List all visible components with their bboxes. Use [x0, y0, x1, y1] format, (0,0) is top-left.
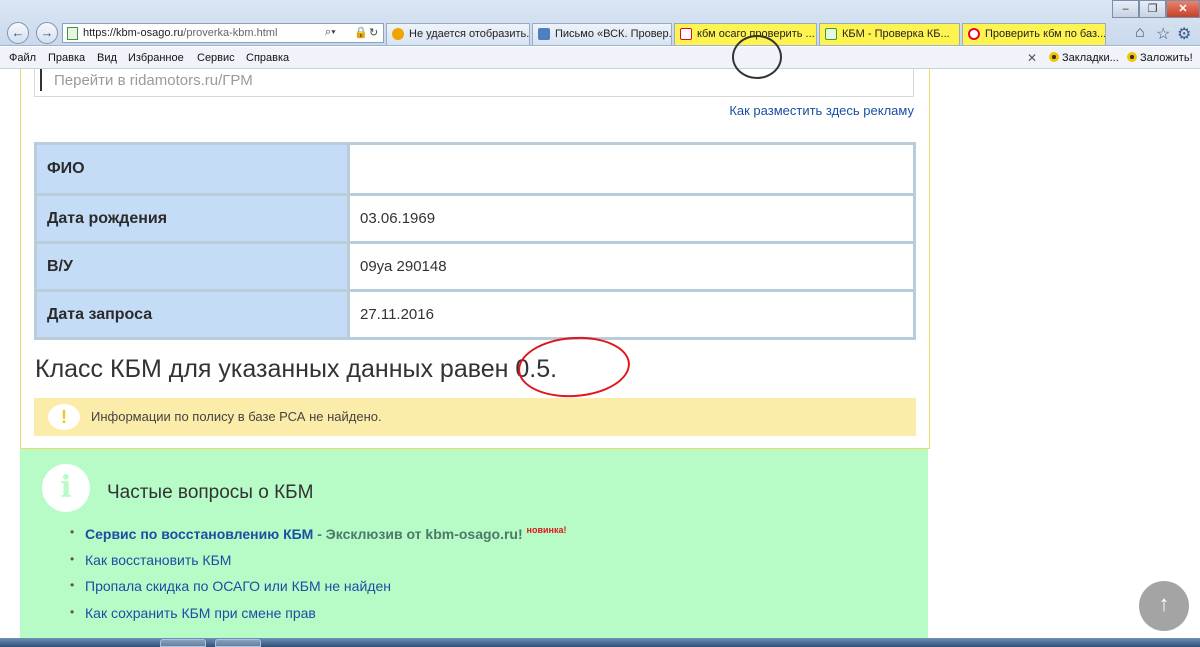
row-value-fio — [350, 145, 913, 193]
warning-alert: ! Информации по полису в базе РСА не най… — [34, 398, 916, 436]
tab-label: Проверить кбм по баз... — [985, 28, 1106, 40]
row-label-birthdate: Дата рождения — [37, 196, 347, 241]
mail-tab-icon — [538, 28, 550, 40]
row-label-license: В/У — [37, 244, 347, 289]
search-icon[interactable]: ⌕▾ — [325, 26, 336, 39]
tab-label: Не удается отобразить... — [409, 28, 530, 40]
faq-item-exclusive: Эксклюзив от kbm-osago.ru! — [325, 526, 523, 542]
info-icon: i — [42, 464, 90, 512]
bookmark-it-button[interactable]: Заложить! — [1127, 52, 1193, 64]
tab-2[interactable]: Письмо «ВСК. Провер... — [532, 23, 672, 45]
menu-favorites[interactable]: Избранное — [128, 52, 184, 64]
arrow-up-icon: ↑ — [1158, 591, 1170, 616]
faq-item-restore-service[interactable]: Сервис по восстановлению КБМ - Эксклюзив… — [70, 525, 566, 552]
kbm-result-text: Класс КБМ для указанных данных равен 0.5… — [35, 355, 558, 383]
faq-item-link[interactable]: Как восстановить КБМ — [70, 552, 566, 579]
close-icon[interactable]: ✕ — [1027, 51, 1037, 65]
result-card: Перейти в ridamotors.ru/ГРМ Как размести… — [20, 35, 930, 449]
ad-input-caret — [40, 69, 42, 91]
new-badge: новинка! — [526, 525, 567, 535]
menu-tools[interactable]: Сервис — [197, 52, 235, 64]
warning-tab-icon — [392, 28, 404, 40]
red-annotation-circle — [516, 333, 632, 401]
home-icon[interactable]: ⌂ — [1135, 24, 1145, 42]
bee-icon — [1127, 52, 1137, 62]
taskbar-button[interactable] — [160, 639, 206, 647]
back-button[interactable]: ← — [7, 22, 29, 44]
bee-icon — [1049, 52, 1059, 62]
lock-icon[interactable]: 🔒 — [354, 26, 368, 39]
faq-item-strong[interactable]: Сервис по восстановлению КБМ — [85, 526, 313, 542]
faq-section: i Частые вопросы о КБМ Сервис по восстан… — [20, 449, 928, 647]
faq-title: Частые вопросы о КБМ — [107, 482, 314, 503]
tab-1[interactable]: Не удается отобразить... — [386, 23, 530, 45]
gear-icon[interactable]: ⚙ — [1177, 24, 1191, 44]
driver-info-table: ФИО Дата рождения 03.06.1969 В/У 09уа 29… — [34, 142, 916, 340]
row-label-fio: ФИО — [37, 145, 347, 193]
browser-titlebar: – ❐ ✕ ← → https://kbm-osago.ru/proverka-… — [0, 0, 1200, 46]
table-row: Дата запроса 27.11.2016 — [37, 289, 913, 337]
yandex-tab-icon — [680, 28, 692, 40]
place-ad-link[interactable]: Как разместить здесь рекламу — [729, 103, 914, 118]
tab-4-active[interactable]: КБМ - Проверка КБ... — [819, 23, 960, 45]
favorites-star-icon[interactable]: ☆ — [1156, 24, 1170, 44]
url-path: /proverka-kbm.html — [183, 27, 278, 39]
os-taskbar — [0, 638, 1200, 647]
faq-item-link[interactable]: Как сохранить КБМ при смене прав — [70, 605, 566, 632]
page-tab-icon — [825, 28, 837, 40]
bookmark-it-label: Заложить! — [1140, 52, 1193, 64]
menu-bar: Файл Правка Вид Избранное Сервис Справка… — [0, 47, 1200, 69]
menu-view[interactable]: Вид — [97, 52, 117, 64]
maximize-button[interactable]: ❐ — [1139, 0, 1166, 18]
row-value-request-date: 27.11.2016 — [350, 292, 913, 337]
url-host: https://kbm-osago.ru — [83, 27, 184, 39]
forward-button[interactable]: → — [36, 22, 58, 44]
ad-block: Перейти в ridamotors.ru/ГРМ — [34, 35, 914, 97]
faq-list: Сервис по восстановлению КБМ - Эксклюзив… — [70, 525, 566, 631]
scroll-to-top-button[interactable]: ↑ — [1139, 581, 1189, 631]
refresh-icon[interactable]: ↻ — [369, 26, 378, 39]
address-bar[interactable]: https://kbm-osago.ru/proverka-kbm.html ⌕… — [62, 23, 384, 43]
bookmarks-button[interactable]: Закладки... — [1049, 52, 1119, 64]
close-window-button[interactable]: ✕ — [1166, 0, 1200, 18]
faq-item-sep: - — [313, 526, 326, 542]
wheel-tab-icon — [968, 28, 980, 40]
page-content: Перейти в ridamotors.ru/ГРМ Как размести… — [0, 35, 1200, 647]
ad-input[interactable]: Перейти в ridamotors.ru/ГРМ — [54, 72, 253, 89]
exclamation-icon: ! — [48, 404, 80, 430]
warning-text: Информации по полису в базе РСА не найде… — [91, 409, 382, 424]
bookmarks-label: Закладки... — [1062, 52, 1119, 64]
tab-label: Письмо «ВСК. Провер... — [555, 28, 672, 40]
taskbar-button[interactable] — [215, 639, 261, 647]
menu-file[interactable]: Файл — [9, 52, 36, 64]
table-row: Дата рождения 03.06.1969 — [37, 193, 913, 241]
menu-help[interactable]: Справка — [246, 52, 289, 64]
row-label-request-date: Дата запроса — [37, 292, 347, 337]
row-value-license: 09уа 290148 — [350, 244, 913, 289]
ad-circle-graphic — [732, 35, 782, 79]
address-text: https://kbm-osago.ru/proverka-kbm.html — [83, 27, 277, 39]
menu-edit[interactable]: Правка — [48, 52, 85, 64]
site-page-icon — [67, 27, 78, 40]
table-row: В/У 09уа 290148 — [37, 241, 913, 289]
table-row: ФИО — [37, 145, 913, 193]
faq-item-link[interactable]: Пропала скидка по ОСАГО или КБМ не найде… — [70, 578, 566, 605]
minimize-button[interactable]: – — [1112, 0, 1139, 18]
tab-5[interactable]: Проверить кбм по баз... — [962, 23, 1106, 45]
tab-label: КБМ - Проверка КБ... — [842, 28, 950, 40]
row-value-birthdate: 03.06.1969 — [350, 196, 913, 241]
